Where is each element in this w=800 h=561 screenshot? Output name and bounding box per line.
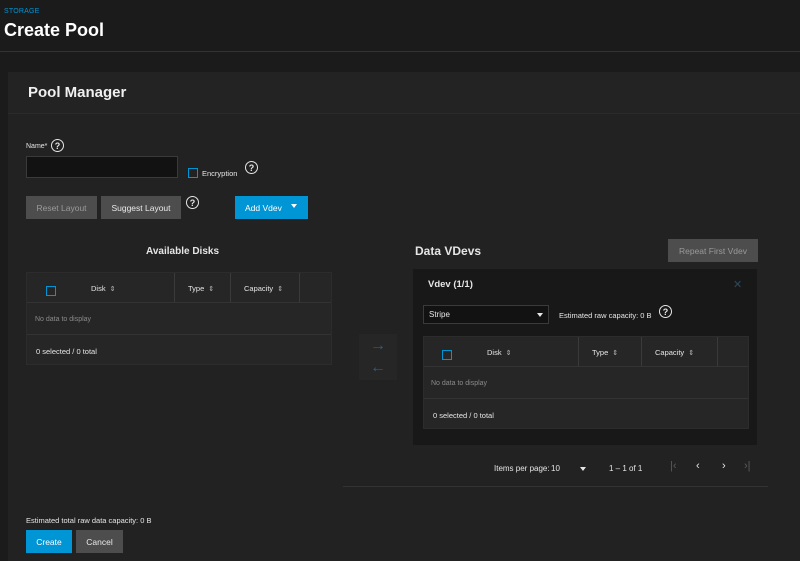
header-divider <box>0 51 800 52</box>
transfer-controls: → ← <box>359 334 397 380</box>
prev-page-icon[interactable]: ‹ <box>696 460 700 472</box>
add-vdev-button[interactable]: Add Vdev <box>235 196 308 219</box>
column-header-disk[interactable]: Disk ⇕ <box>91 284 115 293</box>
vdev-layout-select[interactable]: Stripe <box>423 305 549 324</box>
column-divider <box>717 337 718 366</box>
selection-count: 0 selected / 0 total <box>433 411 494 420</box>
row-divider <box>27 334 331 335</box>
column-header-disk[interactable]: Disk ⇕ <box>487 348 511 357</box>
column-divider <box>641 337 642 366</box>
estimated-total-capacity: Estimated total raw data capacity: 0 B <box>26 516 152 525</box>
selection-count: 0 selected / 0 total <box>36 347 97 356</box>
select-all-checkbox[interactable] <box>442 350 452 360</box>
sort-icon[interactable]: ⇕ <box>612 350 618 357</box>
select-all-checkbox[interactable] <box>46 286 56 296</box>
page-range: 1 – 1 of 1 <box>609 464 643 473</box>
available-disks-title: Available Disks <box>146 246 220 257</box>
name-label: Name* <box>26 143 48 150</box>
name-input[interactable] <box>26 156 178 178</box>
arrow-right-icon[interactable]: → <box>370 338 386 354</box>
pagination-divider <box>343 486 768 487</box>
column-header-type[interactable]: Type ⇕ <box>188 284 214 293</box>
vdev-title: Vdev (1/1) <box>428 279 473 290</box>
dropdown-arrow-icon <box>580 466 587 471</box>
cancel-button[interactable]: Cancel <box>76 530 123 553</box>
card-header <box>8 72 800 114</box>
column-header-type[interactable]: Type ⇕ <box>592 348 618 357</box>
column-divider <box>230 273 231 302</box>
help-icon[interactable]: ? <box>659 305 672 318</box>
column-divider <box>578 337 579 366</box>
first-page-icon[interactable]: |‹ <box>670 460 677 472</box>
sort-icon[interactable]: ⇕ <box>506 350 512 357</box>
items-per-page-label: Items per page: <box>494 464 550 473</box>
row-divider <box>424 398 748 399</box>
close-icon[interactable]: ✕ <box>733 278 742 291</box>
sort-icon[interactable]: ⇕ <box>277 286 283 293</box>
encryption-label: Encryption <box>202 169 238 178</box>
sort-icon[interactable]: ⇕ <box>688 350 694 357</box>
help-icon[interactable]: ? <box>51 139 64 152</box>
sort-icon[interactable]: ⇕ <box>110 286 116 293</box>
add-vdev-label: Add Vdev <box>245 202 282 213</box>
column-header-capacity[interactable]: Capacity ⇕ <box>655 348 694 357</box>
next-page-icon[interactable]: › <box>722 460 726 472</box>
estimated-raw-capacity: Estimated raw capacity: 0 B <box>559 311 652 320</box>
create-button[interactable]: Create <box>26 530 72 553</box>
row-divider <box>424 366 748 367</box>
column-divider <box>299 273 300 302</box>
arrow-left-icon[interactable]: ← <box>370 360 386 376</box>
row-divider <box>27 302 331 303</box>
last-page-icon[interactable]: ›| <box>744 460 751 472</box>
column-header-capacity[interactable]: Capacity ⇕ <box>244 284 283 293</box>
vdev-layout-value: Stripe <box>429 310 450 319</box>
encryption-checkbox[interactable] <box>188 168 198 178</box>
help-icon[interactable]: ? <box>245 161 258 174</box>
data-vdevs-title: Data VDevs <box>415 244 482 258</box>
page-title: Create Pool <box>4 20 105 40</box>
repeat-first-vdev-button[interactable]: Repeat First Vdev <box>668 239 758 262</box>
dropdown-arrow-icon[interactable] <box>291 204 297 208</box>
column-divider <box>174 273 175 302</box>
items-per-page-select[interactable]: 10 <box>551 464 587 473</box>
card-title: Pool Manager <box>28 84 127 101</box>
sort-icon[interactable]: ⇕ <box>208 286 214 293</box>
help-icon[interactable]: ? <box>186 196 199 209</box>
dropdown-arrow-icon <box>537 312 543 317</box>
breadcrumb[interactable]: STORAGE <box>4 8 40 15</box>
empty-message: No data to display <box>431 380 488 387</box>
reset-layout-button[interactable]: Reset Layout <box>26 196 97 219</box>
empty-message: No data to display <box>35 316 92 323</box>
suggest-layout-button[interactable]: Suggest Layout <box>101 196 181 219</box>
